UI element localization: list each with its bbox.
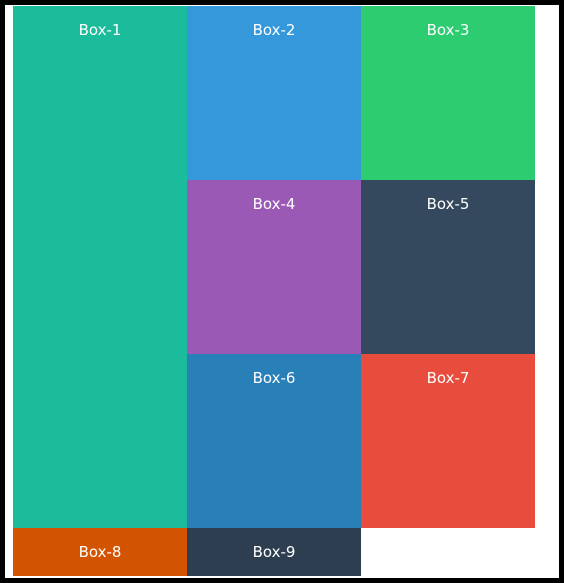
box-9-label: Box-9 [252,543,296,561]
box-4-label: Box-4 [252,195,296,213]
box-5-label: Box-5 [426,195,470,213]
box-2-label: Box-2 [252,21,296,39]
box-4: Box-4 [187,180,361,354]
box-9: Box-9 [187,528,361,576]
box-7-label: Box-7 [426,369,470,387]
box-8-label: Box-8 [78,543,122,561]
box-3-label: Box-3 [426,21,470,39]
box-grid: Box-1 Box-2 Box-3 Box-4 Box-5 Box-6 Box-… [13,6,535,576]
box-6-label: Box-6 [252,369,296,387]
box-5: Box-5 [361,180,535,354]
box-3: Box-3 [361,6,535,180]
box-6: Box-6 [187,354,361,528]
box-1: Box-1 [13,6,187,528]
box-7: Box-7 [361,354,535,528]
box-8: Box-8 [13,528,187,576]
box-2: Box-2 [187,6,361,180]
box-1-label: Box-1 [78,21,122,39]
